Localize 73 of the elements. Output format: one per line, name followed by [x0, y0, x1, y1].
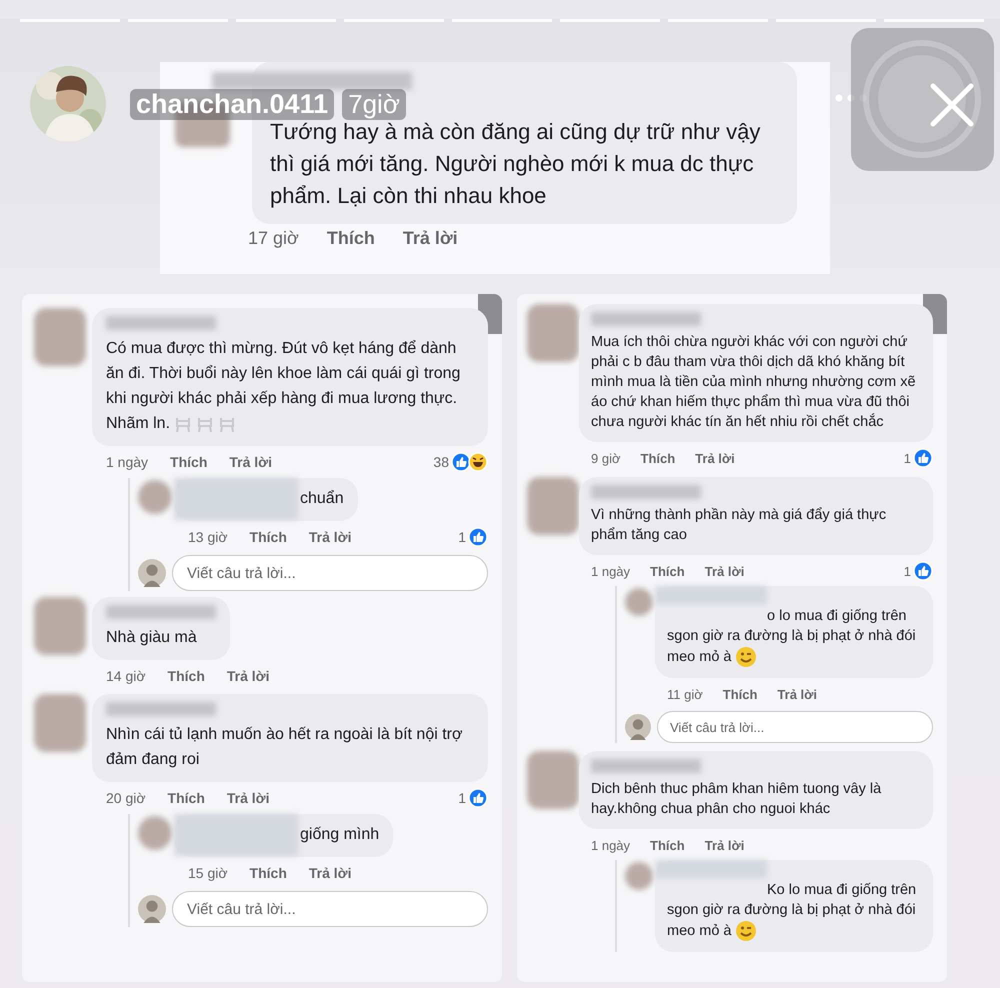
like-icon	[913, 448, 933, 468]
comment-time: 13 giờ	[188, 529, 228, 545]
comment-time: 17 giờ	[248, 228, 299, 249]
comment-text: Nhà giàu mà	[106, 629, 197, 646]
like-icon	[451, 452, 471, 472]
reaction-count: 1	[904, 564, 911, 578]
comment-time: 14 giờ	[106, 668, 146, 684]
comment-time: 15 giờ	[188, 865, 228, 881]
reply-link[interactable]: Trả lời	[226, 790, 270, 806]
avatar	[34, 694, 86, 752]
like-link[interactable]: Thích	[650, 564, 685, 578]
comment-time: 11 giờ	[667, 686, 703, 702]
like-link[interactable]: Thích	[250, 865, 287, 881]
comment-text: Dich bênh thuc phâm khan hiêm tuong vây là hay.không chua phân cho nguoi khác	[591, 781, 882, 817]
like-icon	[913, 561, 933, 581]
avatar	[625, 714, 651, 740]
comment-text: Vì những thành phần này mà giá đẩy giá thực phẩm tăng cao	[591, 507, 886, 543]
reply-field[interactable]: Viết câu trả lời...	[172, 891, 488, 927]
like-link[interactable]: Thích	[168, 668, 205, 684]
post-time: 7giờ	[342, 88, 406, 120]
like-link[interactable]: Thích	[250, 529, 287, 545]
avatar	[527, 304, 579, 362]
like-link[interactable]: Thích	[170, 454, 208, 470]
like-icon	[468, 788, 488, 808]
reply-link[interactable]: Trả lời	[695, 450, 735, 466]
avatar	[138, 480, 172, 514]
comment-text: Ko lo mua đi giống trên sgon giờ ra đường là bị phạt ở nhà đói meo mỏ à	[667, 882, 916, 939]
laughing-emoji-icon	[468, 452, 488, 472]
like-link[interactable]: Thích	[168, 790, 205, 806]
avatar	[527, 751, 579, 809]
avatar	[138, 895, 166, 923]
reply-link[interactable]: Trả lời	[229, 454, 272, 470]
comment-text: giống mình	[300, 826, 380, 843]
reply-link[interactable]: Trả lời	[704, 838, 744, 852]
like-link[interactable]: Thích	[326, 228, 375, 249]
reply-link[interactable]: Trả lời	[402, 228, 458, 249]
reply-link[interactable]: Trả lời	[777, 686, 818, 702]
comment-text: Mua ích thôi chừa người khác với con người chứ phải c b đâu tham vừa thôi dịch dã khó khăng bít mình mua là tiền của mình nhưng nhường cơm xẽ áo chứ khan hiếm thực phẩm thì mua vừa đũ thôi chưa người khác tín ăn hết nhiu rồi chết chắc	[591, 334, 916, 430]
avatar	[625, 862, 653, 890]
reply-link[interactable]: Trả lời	[308, 529, 352, 545]
more-icon	[835, 94, 867, 102]
comment-text: Tướng hay à mà còn đăng ai cũng dự trữ như vậy thì giá mới tăng. Người nghèo mới k mua dc thực phẩm. Lại còn thi nhau khoe	[270, 119, 760, 208]
avatar	[34, 308, 86, 366]
reaction-count: 38	[433, 454, 449, 470]
comment-time: 20 giờ	[106, 790, 146, 806]
comment-time: 1 ngày	[591, 564, 630, 578]
reply-field[interactable]: Viết câu trả lời...	[172, 555, 488, 591]
comment-time: 1 ngày	[106, 454, 148, 470]
emoji-icon	[735, 646, 758, 668]
like-link[interactable]: Thích	[640, 450, 676, 466]
like-link[interactable]: Thích	[722, 686, 758, 702]
avatar	[527, 477, 579, 535]
avatar	[34, 597, 86, 655]
reply-link[interactable]: Trả lời	[226, 668, 270, 684]
close-button[interactable]	[851, 28, 994, 171]
reply-link[interactable]: Trả lời	[704, 564, 744, 578]
reply-field[interactable]: Viết câu trả lời...	[657, 711, 933, 743]
comment-text: Nhìn cái tủ lạnh muốn ào hết ra ngoài là bít nội trợ đảm đang roi	[106, 726, 462, 768]
like-icon	[468, 527, 488, 547]
comment-text: Có mua được thì mừng. Đút vô kẹt háng để dành ăn đi. Thời buổi này lên khoe làm cái quái gì trong khi người khác phải xếp hàng đi mua lương thực. Nhãm ln.	[106, 340, 460, 432]
comment-time: 9 giờ	[591, 450, 620, 466]
reaction-count: 1	[904, 450, 911, 466]
reply-link[interactable]: Trả lời	[308, 865, 352, 881]
like-link[interactable]: Thích	[650, 838, 685, 852]
comment-text: chuẩn	[300, 490, 344, 507]
emoji-icon	[735, 920, 758, 942]
comment-time: 1 ngày	[591, 838, 630, 852]
avatar	[138, 559, 166, 587]
avatar	[625, 588, 653, 616]
comment-text: o lo mua đi giống trên sgon giờ ra đường là bị phạt ở nhà đói meo mỏ à	[667, 608, 916, 665]
reaction-count: 1	[458, 790, 466, 806]
avatar	[138, 816, 172, 850]
reaction-count: 1	[458, 529, 466, 545]
